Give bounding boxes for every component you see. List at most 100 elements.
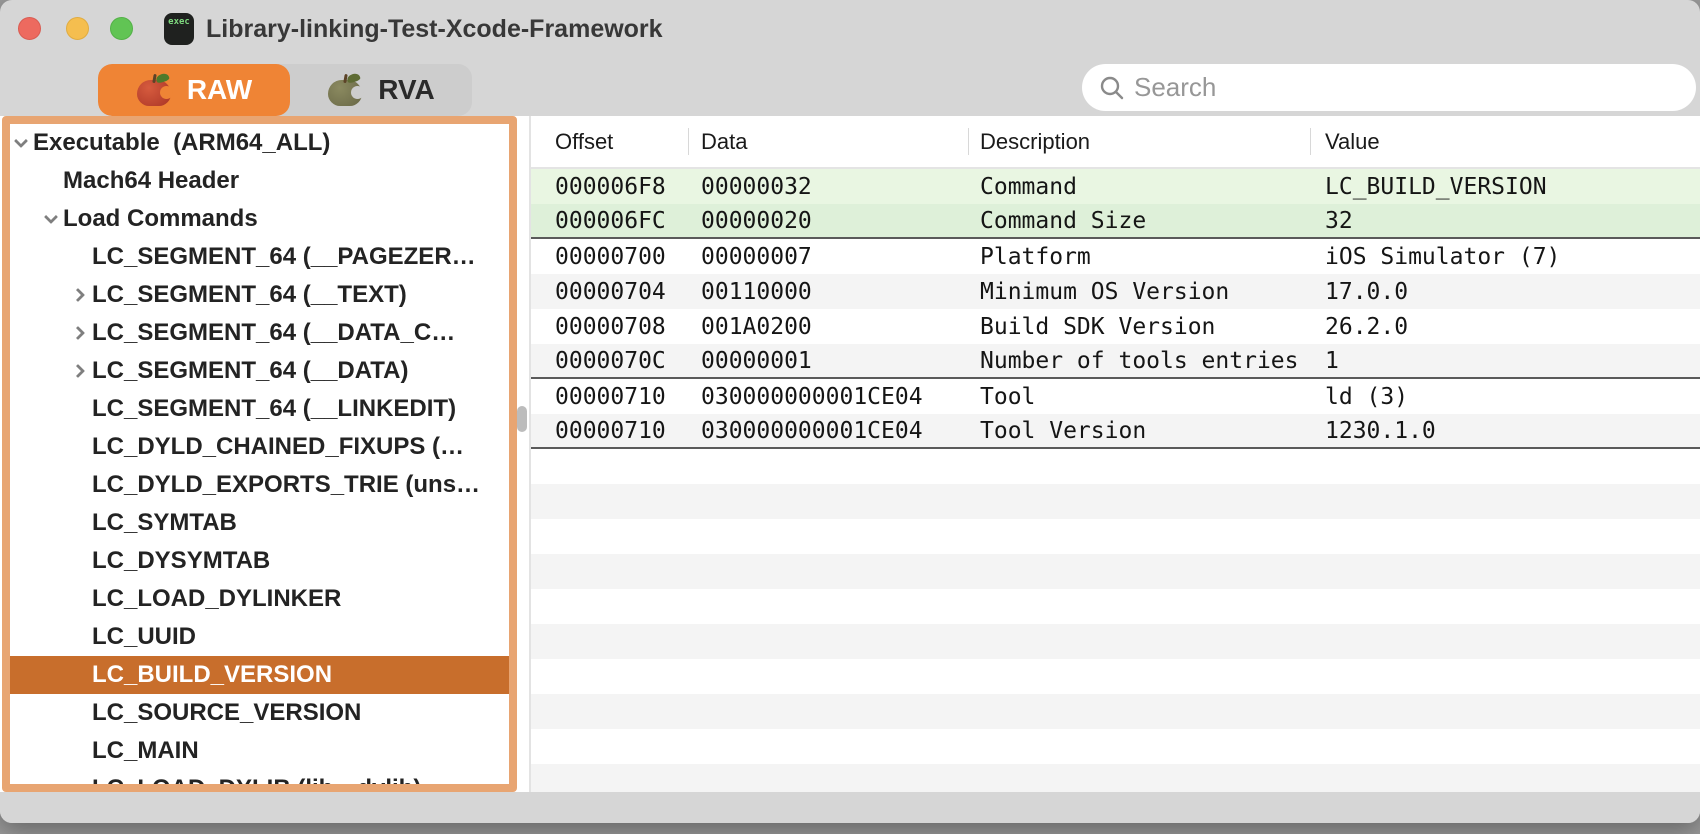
table-row[interactable]: 00000704 00110000 Minimum OS Version 17.…: [531, 274, 1700, 309]
cell-description: Command Size: [980, 207, 1147, 234]
table-row[interactable]: 0000070C 00000001 Number of tools entrie…: [531, 344, 1700, 379]
header-separator: [968, 128, 969, 155]
cell-value: 26.2.0: [1325, 313, 1409, 340]
app-icon: exec: [164, 13, 194, 45]
table-header: Offset Data Description Value: [531, 116, 1700, 169]
disclosure-chevron-icon[interactable]: [70, 361, 92, 382]
disclosure-chevron-icon[interactable]: [70, 285, 92, 306]
sidebar-item-lc-build-version[interactable]: LC_BUILD_VERSION: [10, 656, 509, 694]
sidebar-item-lc-segment-64-text[interactable]: LC_SEGMENT_64 (__TEXT): [10, 276, 509, 314]
cell-offset: 0000070C: [555, 347, 666, 374]
sidebar-item-lc-dysymtab[interactable]: LC_DYSYMTAB: [10, 542, 509, 580]
content-area: Executable (ARM64_ALL) Mach64 Header Loa…: [0, 116, 1700, 792]
cell-offset: 00000708: [555, 313, 666, 340]
tab-raw[interactable]: RAW: [98, 64, 290, 116]
close-button[interactable]: [18, 17, 41, 40]
sidebar-tree-panel: Executable (ARM64_ALL) Mach64 Header Loa…: [2, 116, 517, 792]
tab-rva[interactable]: RVA: [290, 64, 472, 116]
cell-value: 1: [1325, 347, 1339, 374]
table-row[interactable]: 000006FC 00000020 Command Size 32: [531, 204, 1700, 239]
table-panel: Offset Data Description Value 000006F8 0…: [531, 116, 1700, 792]
search-field[interactable]: [1082, 64, 1696, 111]
cell-data: 00110000: [701, 278, 812, 305]
search-icon: [1100, 76, 1124, 99]
sidebar-item-label: LC_UUID: [92, 623, 197, 650]
table-row[interactable]: 00000710 030000000001CE04 Tool Version 1…: [531, 414, 1700, 449]
empty-row: [531, 694, 1700, 729]
zoom-button[interactable]: [110, 17, 133, 40]
cell-description: Number of tools entries: [980, 347, 1299, 374]
cell-description: Build SDK Version: [980, 313, 1216, 340]
sidebar-item-label: LC_BUILD_VERSION: [92, 661, 333, 688]
cell-data: 00000020: [701, 207, 812, 234]
cell-description: Minimum OS Version: [980, 278, 1230, 305]
cell-offset: 000006F8: [555, 173, 666, 200]
sidebar-item-label: LC_DYLD_EXPORTS_TRIE (uns…: [92, 471, 481, 498]
title-bar: exec Library-linking-Test-Xcode-Framewor…: [0, 0, 1700, 58]
sidebar-item-lc-segment-64-data-c[interactable]: LC_SEGMENT_64 (__DATA_C…: [10, 314, 509, 352]
column-header-value[interactable]: Value: [1310, 129, 1700, 155]
sidebar-item-label: Mach64 Header: [63, 167, 240, 194]
sidebar-item-lc-uuid[interactable]: LC_UUID: [10, 618, 509, 656]
sidebar-item-lc-dyld-exports-trie-uns[interactable]: LC_DYLD_EXPORTS_TRIE (uns…: [10, 466, 509, 504]
sidebar-item-lc-segment-64-data[interactable]: LC_SEGMENT_64 (__DATA): [10, 352, 509, 390]
header-separator: [688, 128, 689, 155]
sidebar-item-label: LC_MAIN: [92, 737, 199, 764]
sidebar-item-mach64-header[interactable]: Mach64 Header: [10, 162, 509, 200]
table-row[interactable]: 00000708 001A0200 Build SDK Version 26.2…: [531, 309, 1700, 344]
empty-row: [531, 554, 1700, 589]
cell-data: 001A0200: [701, 313, 812, 340]
sidebar-item-label: LC_DYSYMTAB: [92, 547, 271, 574]
sidebar-item-lc-main[interactable]: LC_MAIN: [10, 732, 509, 770]
sidebar-item-lc-load-dylinker[interactable]: LC_LOAD_DYLINKER: [10, 580, 509, 618]
disclosure-chevron-icon: [71, 399, 92, 420]
sidebar-item-lc-segment-64-pagezer[interactable]: LC_SEGMENT_64 (__PAGEZER…: [10, 238, 509, 276]
column-header-offset[interactable]: Offset: [531, 129, 688, 155]
table-row[interactable]: 00000710 030000000001CE04 Tool ld (3): [531, 379, 1700, 414]
empty-row: [531, 624, 1700, 659]
cell-value: 32: [1325, 207, 1353, 234]
raw-rva-segmented-control: RAW RVA: [98, 64, 472, 116]
sidebar-item-label: LC_LOAD_DYLIB (lib…dylib): [92, 775, 422, 792]
empty-row: [531, 764, 1700, 792]
sidebar-item-label: LC_SEGMENT_64 (__PAGEZER…: [92, 243, 476, 270]
cell-data: 030000000001CE04: [701, 383, 923, 410]
sidebar-item-lc-segment-64-linkedit[interactable]: LC_SEGMENT_64 (__LINKEDIT): [10, 390, 509, 428]
cell-data: 030000000001CE04: [701, 417, 923, 444]
cell-value: ld (3): [1325, 383, 1409, 410]
sidebar-item-load-commands[interactable]: Load Commands: [10, 200, 509, 238]
sidebar-item-label: LC_SOURCE_VERSION: [92, 699, 362, 726]
empty-row: [531, 589, 1700, 624]
sidebar-item-lc-symtab[interactable]: LC_SYMTAB: [10, 504, 509, 542]
window-bottom-bar: [0, 792, 1700, 823]
disclosure-chevron-icon[interactable]: [12, 133, 33, 154]
table-row[interactable]: 000006F8 00000032 Command LC_BUILD_VERSI…: [531, 169, 1700, 204]
sidebar-item-executable-arm64-all[interactable]: Executable (ARM64_ALL): [10, 124, 509, 162]
header-separator: [1310, 128, 1311, 155]
disclosure-chevron-icon: [71, 551, 92, 572]
cell-offset: 00000700: [555, 243, 666, 270]
sidebar-item-label: LC_SEGMENT_64 (__LINKEDIT): [92, 395, 457, 422]
disclosure-chevron-icon[interactable]: [42, 209, 63, 230]
sidebar-item-label: LC_DYLD_CHAINED_FIXUPS (…: [92, 433, 465, 460]
minimize-button[interactable]: [66, 17, 89, 40]
disclosure-chevron-icon: [71, 703, 92, 724]
table-row[interactable]: 00000700 00000007 Platform iOS Simulator…: [531, 239, 1700, 274]
empty-row: [531, 659, 1700, 694]
column-header-data[interactable]: Data: [688, 129, 968, 155]
toolbar: RAW RVA: [0, 58, 1700, 174]
sidebar-item-lc-load-dylib-lib-dylib[interactable]: LC_LOAD_DYLIB (lib…dylib): [10, 770, 509, 792]
sidebar-item-lc-dyld-chained-fixups[interactable]: LC_DYLD_CHAINED_FIXUPS (…: [10, 428, 509, 466]
pane-splitter-handle[interactable]: [517, 406, 527, 432]
cell-offset: 00000704: [555, 278, 666, 305]
column-header-description[interactable]: Description: [968, 129, 1310, 155]
tab-label: RAW: [186, 74, 253, 105]
disclosure-chevron-icon[interactable]: [70, 323, 92, 344]
disclosure-chevron-icon: [71, 475, 92, 496]
disclosure-chevron-icon: [71, 779, 92, 785]
sidebar-item-lc-source-version[interactable]: LC_SOURCE_VERSION: [10, 694, 509, 732]
cell-value: LC_BUILD_VERSION: [1325, 173, 1547, 200]
cell-data: 00000032: [701, 173, 812, 200]
search-input[interactable]: [1134, 72, 1674, 103]
sidebar-item-label: LC_SEGMENT_64 (__TEXT): [92, 281, 407, 308]
